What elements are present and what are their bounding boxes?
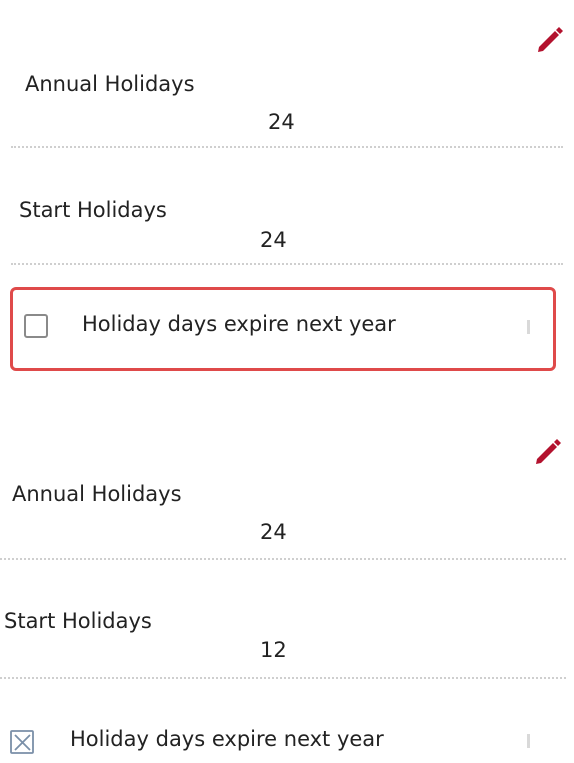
- annual-holidays-label: Annual Holidays: [12, 482, 182, 506]
- pencil-icon[interactable]: [532, 22, 568, 58]
- holiday-expire-label: Holiday days expire next year: [82, 312, 396, 336]
- faint-mark: [527, 734, 530, 748]
- holiday-expire-checkbox-checked[interactable]: [10, 729, 36, 755]
- holiday-settings-section-1: Annual Holidays 24 Start Holidays 24 Hol…: [0, 0, 574, 390]
- faint-mark: [527, 320, 530, 334]
- start-holidays-value: 24: [260, 228, 287, 252]
- annual-holidays-label: Annual Holidays: [25, 72, 195, 96]
- start-holidays-value: 12: [260, 638, 287, 662]
- annual-holidays-divider: [11, 146, 563, 148]
- start-holidays-label: Start Holidays: [19, 198, 167, 222]
- annual-holidays-value: 24: [260, 520, 287, 544]
- start-holidays-divider: [11, 263, 563, 265]
- annual-holidays-value: 24: [268, 110, 295, 134]
- holiday-settings-section-2: Annual Holidays 24 Start Holidays 12 Hol…: [0, 390, 574, 763]
- start-holidays-label: Start Holidays: [4, 609, 152, 633]
- pencil-icon[interactable]: [530, 434, 566, 470]
- holiday-expire-checkbox[interactable]: [24, 313, 50, 339]
- holiday-expire-label: Holiday days expire next year: [70, 727, 384, 751]
- start-holidays-divider: [0, 677, 566, 679]
- annual-holidays-divider: [0, 558, 566, 560]
